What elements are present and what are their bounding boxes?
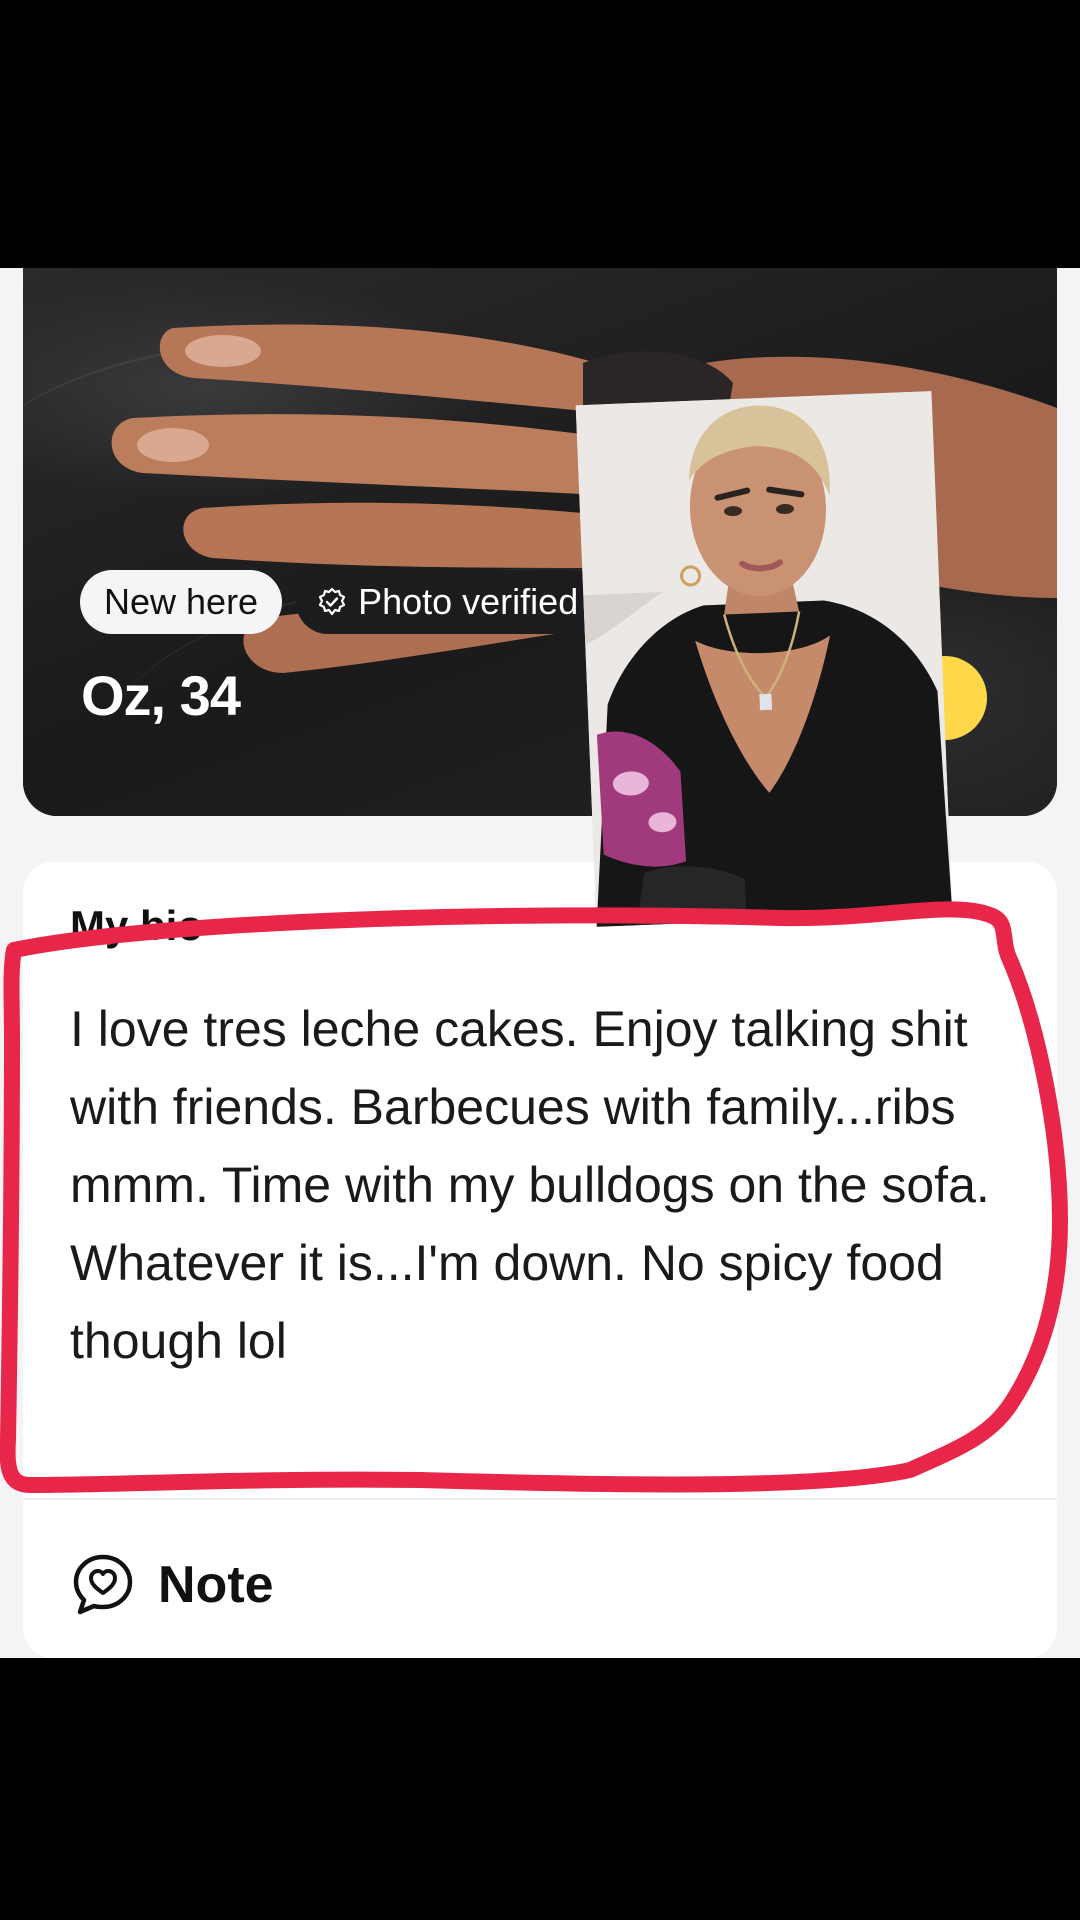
bio-card: My bio I love tres leche cakes. Enjoy ta… <box>23 862 1057 1658</box>
divider <box>23 1498 1057 1500</box>
screen: New here Photo verified Oz, 34 My bio I … <box>0 0 1080 1920</box>
profile-name-age: Oz, 34 <box>81 664 241 727</box>
check-circle-icon <box>318 587 346 616</box>
video-overlay-frame <box>575 391 953 927</box>
note-button[interactable]: Note <box>70 1552 274 1618</box>
new-here-badge: New here <box>80 570 283 634</box>
bio-text: I love tres leche cakes. Enjoy talking s… <box>70 1001 990 1369</box>
note-label: Note <box>158 1556 274 1614</box>
photo-verified-badge: Photo verified <box>296 570 603 634</box>
photo-verified-label: Photo verified <box>358 581 579 622</box>
bio-heading: My bio <box>70 902 203 949</box>
video-overlay[interactable] <box>575 391 953 927</box>
profile-badges: New here Photo verified <box>80 570 603 634</box>
heart-speech-bubble-icon <box>73 1554 133 1615</box>
